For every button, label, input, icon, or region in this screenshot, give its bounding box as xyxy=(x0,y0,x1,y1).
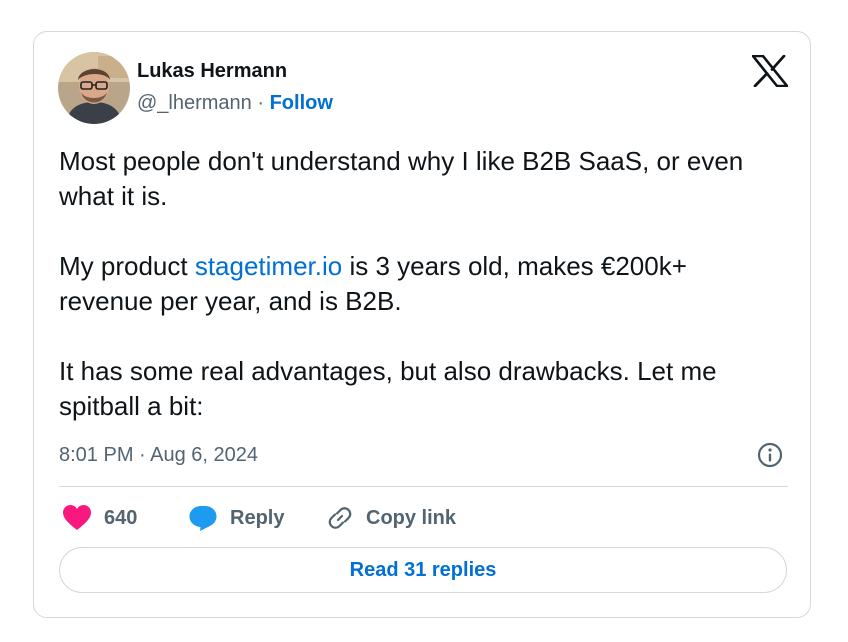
tweet-card: Lukas Hermann @_lhermann · Follow Most p… xyxy=(33,31,811,618)
tweet-timestamp[interactable]: 8:01 PM · Aug 6, 2024 xyxy=(59,443,258,467)
stagetimer-link[interactable]: stagetimer.io xyxy=(195,251,342,281)
like-button[interactable]: 640 xyxy=(62,502,137,534)
copy-link-label: Copy link xyxy=(366,506,457,529)
read-replies-button[interactable]: Read 31 replies xyxy=(59,547,787,593)
avatar-image xyxy=(58,52,130,124)
tweet-text-segment: My product xyxy=(59,251,195,281)
handle-separator: · xyxy=(251,92,270,114)
avatar[interactable] xyxy=(58,52,130,124)
tweet-paragraph-3: It has some real advantages, but also dr… xyxy=(59,356,717,421)
author-name[interactable]: Lukas Hermann xyxy=(137,59,287,83)
tweet-paragraph-1: Most people don't understand why I like … xyxy=(59,146,744,211)
tweet-paragraph-2: My product stagetimer.io is 3 years old,… xyxy=(59,249,779,319)
link-icon xyxy=(326,504,354,532)
divider xyxy=(59,486,788,487)
copy-link-button[interactable]: Copy link xyxy=(326,502,456,534)
author-handle-row: @_lhermann · Follow xyxy=(137,91,333,115)
follow-button[interactable]: Follow xyxy=(270,92,333,114)
like-count: 640 xyxy=(104,506,138,529)
x-logo-icon[interactable] xyxy=(751,54,789,88)
reply-label: Reply xyxy=(230,506,285,529)
author-handle[interactable]: @_lhermann xyxy=(137,92,252,114)
speech-bubble-icon xyxy=(188,504,218,532)
info-icon[interactable] xyxy=(756,441,784,469)
tweet-text: Most people don't understand why I like … xyxy=(59,144,779,424)
reply-button[interactable]: Reply xyxy=(188,502,284,534)
heart-icon xyxy=(62,504,92,532)
